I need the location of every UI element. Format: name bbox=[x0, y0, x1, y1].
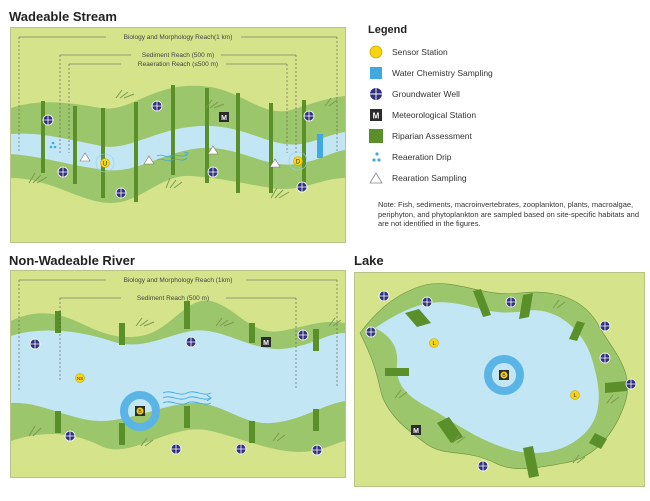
non-wadeable-river-title: Non-Wadeable River bbox=[9, 253, 135, 268]
groundwater-well-icon bbox=[599, 320, 611, 332]
groundwater-well-icon bbox=[151, 100, 163, 112]
sediment-reach-label: Sediment Reach (500 m) bbox=[142, 52, 214, 59]
legend-item-riparian-assessment: Riparian Assessment bbox=[368, 125, 648, 146]
groundwater-well-icon bbox=[297, 329, 309, 341]
svg-text:M: M bbox=[413, 428, 419, 435]
groundwater-well-icon bbox=[64, 430, 76, 442]
groundwater-well-icon bbox=[303, 110, 315, 122]
non-wadeable-river-panel: Biology and Morphology Reach (1km) Sedim… bbox=[10, 270, 346, 478]
legend-title: Legend bbox=[368, 24, 408, 36]
meteorological-station-icon: M bbox=[368, 107, 384, 123]
lake-panel: M L L B bbox=[354, 272, 645, 487]
groundwater-well-icon bbox=[378, 290, 390, 302]
groundwater-well-icon bbox=[365, 326, 377, 338]
riparian-assessment-icon bbox=[368, 128, 384, 144]
groundwater-well-icon bbox=[42, 114, 54, 126]
note-text: Note: Fish, sediments, macroinvertebrate… bbox=[378, 200, 640, 228]
svg-text:M: M bbox=[263, 340, 269, 347]
groundwater-well-icon bbox=[421, 296, 433, 308]
biology-reach-label: Biology and Morphology Reach(1 km) bbox=[124, 34, 233, 41]
svg-text:NS: NS bbox=[77, 376, 83, 381]
groundwater-well-icon bbox=[170, 443, 182, 455]
legend-item-rearation-sampling: Rearation Sampling bbox=[368, 167, 648, 188]
biology-reach-label: Biology and Morphology Reach (1km) bbox=[124, 277, 233, 284]
svg-text:M: M bbox=[221, 115, 227, 122]
svg-text:L: L bbox=[432, 341, 435, 347]
water-chemistry-sampling bbox=[317, 134, 323, 158]
groundwater-well-icon bbox=[477, 460, 489, 472]
groundwater-well-icon bbox=[368, 86, 384, 102]
water-chemistry-icon bbox=[368, 65, 384, 81]
lake-title: Lake bbox=[354, 253, 384, 268]
legend-item-reaeration-drip: Reaeration Drip bbox=[368, 146, 648, 167]
legend-item-groundwater-well: Groundwater Well bbox=[368, 83, 648, 104]
svg-text:U: U bbox=[103, 162, 107, 168]
groundwater-well-icon bbox=[296, 181, 308, 193]
legend-item-meteorological-station: M Meteorological Station bbox=[368, 104, 648, 125]
groundwater-well-icon bbox=[115, 187, 127, 199]
legend-item-water-chemistry: Water Chemistry Sampling bbox=[368, 62, 648, 83]
rearation-sampling-icon bbox=[368, 170, 384, 186]
wadeable-stream-title: Wadeable Stream bbox=[9, 9, 117, 24]
legend-item-sensor-station: Sensor Station bbox=[368, 41, 648, 62]
sensor-station-icon bbox=[368, 44, 384, 60]
svg-text:M: M bbox=[373, 111, 380, 120]
legend: Legend Sensor Station Water Chemistry Sa… bbox=[368, 24, 648, 188]
sediment-reach-label: Sediment Reach (500 m) bbox=[137, 295, 209, 302]
groundwater-well-icon bbox=[185, 336, 197, 348]
groundwater-well-icon bbox=[311, 444, 323, 456]
groundwater-well-icon bbox=[57, 166, 69, 178]
svg-text:L: L bbox=[573, 393, 576, 399]
groundwater-well-icon bbox=[599, 352, 611, 364]
groundwater-well-icon bbox=[625, 378, 637, 390]
groundwater-well-icon bbox=[505, 296, 517, 308]
groundwater-well-icon bbox=[207, 166, 219, 178]
groundwater-well-icon bbox=[29, 338, 41, 350]
svg-text:D: D bbox=[296, 160, 301, 166]
reaeration-drip-icon bbox=[368, 149, 384, 165]
wadeable-stream-panel: Biology and Morphology Reach(1 km) Sedim… bbox=[10, 27, 346, 243]
reaeration-reach-label: Reaeration Reach (≤500 m) bbox=[138, 61, 218, 68]
groundwater-well-icon bbox=[235, 443, 247, 455]
